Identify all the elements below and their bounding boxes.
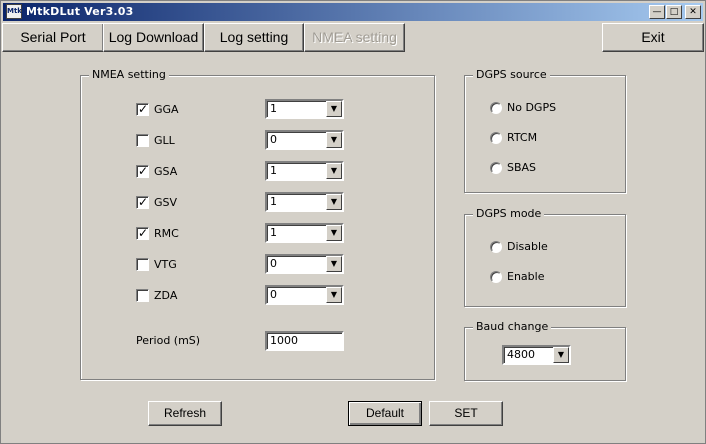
close-icon[interactable]: ✕ — [685, 5, 701, 19]
set-button[interactable]: SET — [429, 401, 503, 426]
refresh-button[interactable]: Refresh — [148, 401, 222, 426]
chevron-down-icon[interactable]: ▼ — [326, 225, 342, 241]
gga-rate-select[interactable]: 1 ▼ — [265, 99, 344, 119]
radio-sbas[interactable] — [490, 162, 502, 174]
gsv-checkbox[interactable]: ✓ — [136, 195, 149, 209]
dgps-source-label: DGPS source — [473, 68, 550, 82]
rmc-label: RMC — [154, 227, 179, 240]
gsv-label: GSV — [154, 196, 178, 209]
check-mark-icon: ✓ — [138, 195, 149, 209]
zda-checkbox[interactable] — [136, 289, 149, 302]
gll-label: GLL — [154, 134, 175, 147]
baud-change-group: Baud change 4800 ▼ — [464, 320, 626, 381]
dgps-mode-label: DGPS mode — [473, 207, 545, 221]
chevron-down-icon[interactable]: ▼ — [326, 101, 342, 117]
vtg-checkbox[interactable] — [136, 258, 149, 271]
tab-log-setting[interactable]: Log setting — [204, 23, 304, 52]
rmc-rate-value: 1 — [270, 226, 277, 239]
vtg-label: VTG — [154, 258, 177, 271]
radio-enable[interactable] — [490, 271, 502, 283]
app-icon[interactable]: Mtk — [6, 4, 22, 19]
period-value: 1000 — [270, 334, 298, 347]
nmea-group-label: NMEA setting — [89, 68, 169, 82]
tab-serial-port[interactable]: Serial Port — [2, 23, 104, 52]
disable-label: Disable — [507, 240, 548, 253]
gga-rate-value: 1 — [270, 102, 277, 115]
baud-rate-value: 4800 — [507, 348, 535, 361]
dgps-mode-group: DGPS mode Disable Enable — [464, 207, 626, 307]
rmc-checkbox[interactable]: ✓ — [136, 226, 149, 240]
maximize-icon[interactable]: □ — [666, 5, 682, 19]
nmea-setting-group: NMEA setting ✓ GGA 1 ▼ GLL 0 ▼ ✓ GSA 1 ▼ — [80, 68, 435, 380]
gsa-rate-select[interactable]: 1 ▼ — [265, 161, 344, 181]
radio-no-dgps[interactable] — [490, 102, 502, 114]
gga-label: GGA — [154, 103, 179, 116]
chevron-down-icon[interactable]: ▼ — [326, 256, 342, 272]
baud-rate-select[interactable]: 4800 ▼ — [502, 345, 571, 365]
gll-rate-select[interactable]: 0 ▼ — [265, 130, 344, 150]
enable-label: Enable — [507, 270, 545, 283]
radio-rtcm[interactable] — [490, 132, 502, 144]
gsa-rate-value: 1 — [270, 164, 277, 177]
main-window: Mtk MtkDLut Ver3.03 — □ ✕ Serial Port Lo… — [0, 0, 706, 444]
gll-checkbox[interactable] — [136, 134, 149, 147]
zda-label: ZDA — [154, 289, 178, 302]
gga-checkbox[interactable]: ✓ — [136, 102, 149, 116]
zda-rate-select[interactable]: 0 ▼ — [265, 285, 344, 305]
tab-nmea-setting: NMEA setting — [304, 23, 405, 52]
check-mark-icon: ✓ — [138, 102, 149, 116]
gsv-rate-select[interactable]: 1 ▼ — [265, 192, 344, 212]
minimize-icon[interactable]: — — [649, 5, 665, 19]
gsa-checkbox[interactable]: ✓ — [136, 164, 149, 178]
rmc-rate-select[interactable]: 1 ▼ — [265, 223, 344, 243]
exit-button[interactable]: Exit — [602, 23, 704, 52]
sbas-label: SBAS — [507, 161, 537, 174]
gsa-label: GSA — [154, 165, 178, 178]
check-mark-icon: ✓ — [138, 164, 149, 178]
chevron-down-icon[interactable]: ▼ — [326, 194, 342, 210]
period-input[interactable]: 1000 — [265, 331, 344, 351]
chevron-down-icon[interactable]: ▼ — [326, 287, 342, 303]
radio-disable[interactable] — [490, 241, 502, 253]
vtg-rate-select[interactable]: 0 ▼ — [265, 254, 344, 274]
gll-rate-value: 0 — [270, 133, 277, 146]
title-bar[interactable]: Mtk MtkDLut Ver3.03 — □ ✕ — [3, 3, 703, 21]
vtg-rate-value: 0 — [270, 257, 277, 270]
rtcm-label: RTCM — [507, 131, 538, 144]
gsv-rate-value: 1 — [270, 195, 277, 208]
tab-log-download[interactable]: Log Download — [103, 23, 204, 52]
default-button[interactable]: Default — [348, 401, 422, 426]
dgps-source-group: DGPS source No DGPS RTCM SBAS — [464, 68, 626, 193]
chevron-down-icon[interactable]: ▼ — [553, 347, 569, 363]
window-title: MtkDLut Ver3.03 — [26, 5, 134, 18]
zda-rate-value: 0 — [270, 288, 277, 301]
chevron-down-icon[interactable]: ▼ — [326, 163, 342, 179]
check-mark-icon: ✓ — [138, 226, 149, 240]
period-label: Period (mS) — [136, 334, 201, 347]
no-dgps-label: No DGPS — [507, 101, 557, 114]
baud-change-label: Baud change — [473, 320, 552, 334]
chevron-down-icon[interactable]: ▼ — [326, 132, 342, 148]
